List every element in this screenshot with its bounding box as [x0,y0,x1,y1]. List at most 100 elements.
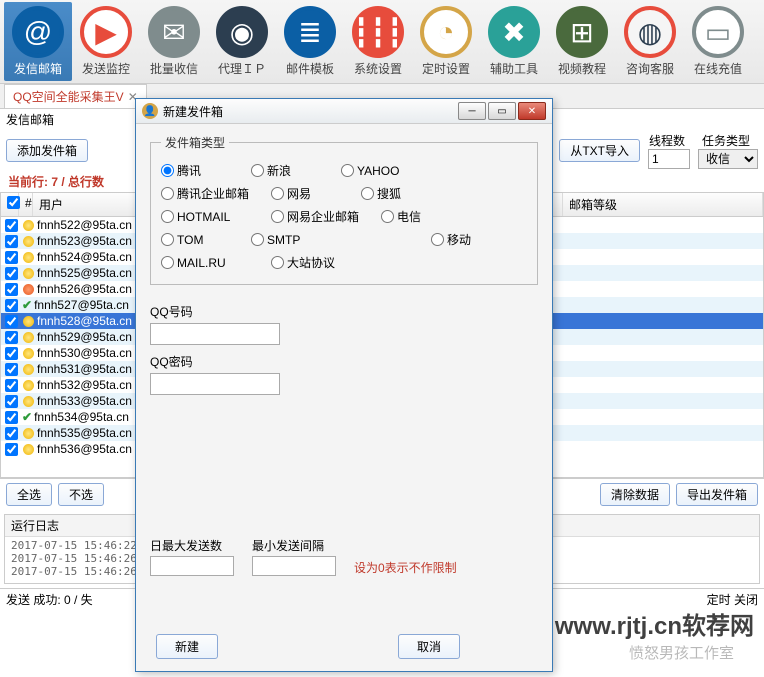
tool-视频教程[interactable]: ⊞视频教程 [548,2,616,81]
row-checkbox[interactable] [5,219,18,232]
sender-type-option[interactable]: MAIL.RU [161,254,271,271]
row-checkbox[interactable] [5,347,18,360]
tool-代理ＩＰ[interactable]: ◉代理ＩＰ [208,2,276,81]
status-bulb-icon [23,364,34,375]
sender-type-option[interactable]: 网易企业邮箱 [271,208,381,225]
row-checkbox[interactable] [5,443,18,456]
sender-type-option[interactable]: 搜狐 [361,185,451,202]
tool-咨询客服[interactable]: ◍咨询客服 [616,2,684,81]
status-ok-icon: ✔ [22,410,32,424]
status-ok-icon: ✔ [22,298,32,312]
radio-input[interactable] [431,233,444,246]
add-sender-button[interactable]: 添加发件箱 [6,139,88,162]
sender-type-option[interactable]: 腾讯企业邮箱 [161,185,271,202]
tool-辅助工具[interactable]: ✖辅助工具 [480,2,548,81]
tool-icon: ▭ [692,6,744,58]
status-bulb-icon [23,236,34,247]
row-user: fnnh528@95ta.cn [37,314,132,328]
radio-input[interactable] [161,187,174,200]
clear-data-button[interactable]: 清除数据 [600,483,670,506]
tool-定时设置[interactable]: ◔定时设置 [412,2,480,81]
status-bulb-icon [23,268,34,279]
radio-input[interactable] [251,164,264,177]
import-txt-button[interactable]: 从TXT导入 [559,139,640,162]
column-checkbox[interactable] [1,193,19,216]
sender-type-option[interactable]: YAHOO [341,162,431,179]
status-bulb-icon [23,220,34,231]
tool-label: 批量收信 [150,60,198,77]
select-all-button[interactable]: 全选 [6,483,52,506]
maximize-button[interactable]: ▭ [488,102,516,120]
tool-发送监控[interactable]: ▶发送监控 [72,2,140,81]
tool-label: 定时设置 [422,60,470,77]
tool-icon: ✖ [488,6,540,58]
radio-label: TOM [177,233,203,247]
tool-批量收信[interactable]: ✉批量收信 [140,2,208,81]
sender-type-option[interactable]: 腾讯 [161,162,251,179]
threads-input[interactable] [648,149,690,169]
close-button[interactable]: ✕ [518,102,546,120]
radio-input[interactable] [361,187,374,200]
radio-input[interactable] [271,210,284,223]
tool-邮件模板[interactable]: ≣邮件模板 [276,2,344,81]
row-user: fnnh533@95ta.cn [37,394,132,408]
radio-input[interactable] [341,164,354,177]
radio-label: 电信 [397,208,421,225]
max-send-input[interactable] [150,556,234,576]
row-checkbox[interactable] [5,411,18,424]
cancel-button[interactable]: 取消 [398,634,460,659]
row-checkbox[interactable] [5,315,18,328]
radio-input[interactable] [161,233,174,246]
sender-type-option[interactable]: 电信 [381,208,471,225]
sender-type-group: 发件箱类型 腾讯 新浪YAHOO 腾讯企业邮箱网易搜狐 HOTMAIL 网易企业邮箱电信… [150,134,538,285]
sender-type-option[interactable]: HOTMAIL [161,208,271,225]
radio-input[interactable] [161,256,174,269]
radio-label: 腾讯 [177,162,201,179]
qq-password-label: QQ密码 [150,353,538,370]
dialog-titlebar[interactable]: 👤 新建发件箱 ─ ▭ ✕ [136,99,552,124]
sender-type-option[interactable]: TOM [161,231,251,248]
qq-password-input[interactable] [150,373,280,395]
radio-input[interactable] [161,164,174,177]
tool-在线充值[interactable]: ▭在线充值 [684,2,752,81]
row-checkbox[interactable] [5,299,18,312]
status-bulb-icon [23,284,34,295]
row-checkbox[interactable] [5,427,18,440]
select-none-button[interactable]: 不选 [58,483,104,506]
sender-type-options: 腾讯 新浪YAHOO 腾讯企业邮箱网易搜狐 HOTMAIL 网易企业邮箱电信 TOM SMT… [161,159,527,274]
radio-input[interactable] [251,233,264,246]
watermark-studio: 愤怒男孩工作室 [629,642,734,663]
sender-type-option[interactable]: 移动 [431,231,521,248]
radio-input[interactable] [271,187,284,200]
tool-发信邮箱[interactable]: @发信邮箱 [4,2,72,81]
tab-qqspace[interactable]: QQ空间全能采集王V✕ [4,84,147,108]
row-checkbox[interactable] [5,331,18,344]
row-checkbox[interactable] [5,395,18,408]
radio-label: HOTMAIL [177,210,230,224]
radio-input[interactable] [271,256,284,269]
sender-type-option[interactable]: 大站协议 [271,254,361,271]
tasktype-select[interactable]: 收信 [698,149,758,169]
radio-label: 大站协议 [287,254,335,271]
sender-type-option[interactable]: 网易 [271,185,361,202]
row-checkbox[interactable] [5,363,18,376]
create-button[interactable]: 新建 [156,634,218,659]
tab-label: QQ空间全能采集王V [13,90,124,104]
column-grade[interactable]: 邮箱等级 [563,193,763,216]
sender-type-legend: 发件箱类型 [161,134,229,151]
row-user: fnnh525@95ta.cn [37,266,132,280]
minimize-button[interactable]: ─ [458,102,486,120]
sender-type-option[interactable]: 新浪 [251,162,341,179]
export-sender-button[interactable]: 导出发件箱 [676,483,758,506]
row-checkbox[interactable] [5,379,18,392]
radio-input[interactable] [161,210,174,223]
tool-系统设置[interactable]: ┇┇┇系统设置 [344,2,412,81]
row-checkbox[interactable] [5,251,18,264]
min-interval-input[interactable] [252,556,336,576]
radio-input[interactable] [381,210,394,223]
row-checkbox[interactable] [5,283,18,296]
row-checkbox[interactable] [5,235,18,248]
qq-number-input[interactable] [150,323,280,345]
row-checkbox[interactable] [5,267,18,280]
sender-type-option[interactable]: SMTP [251,231,341,248]
